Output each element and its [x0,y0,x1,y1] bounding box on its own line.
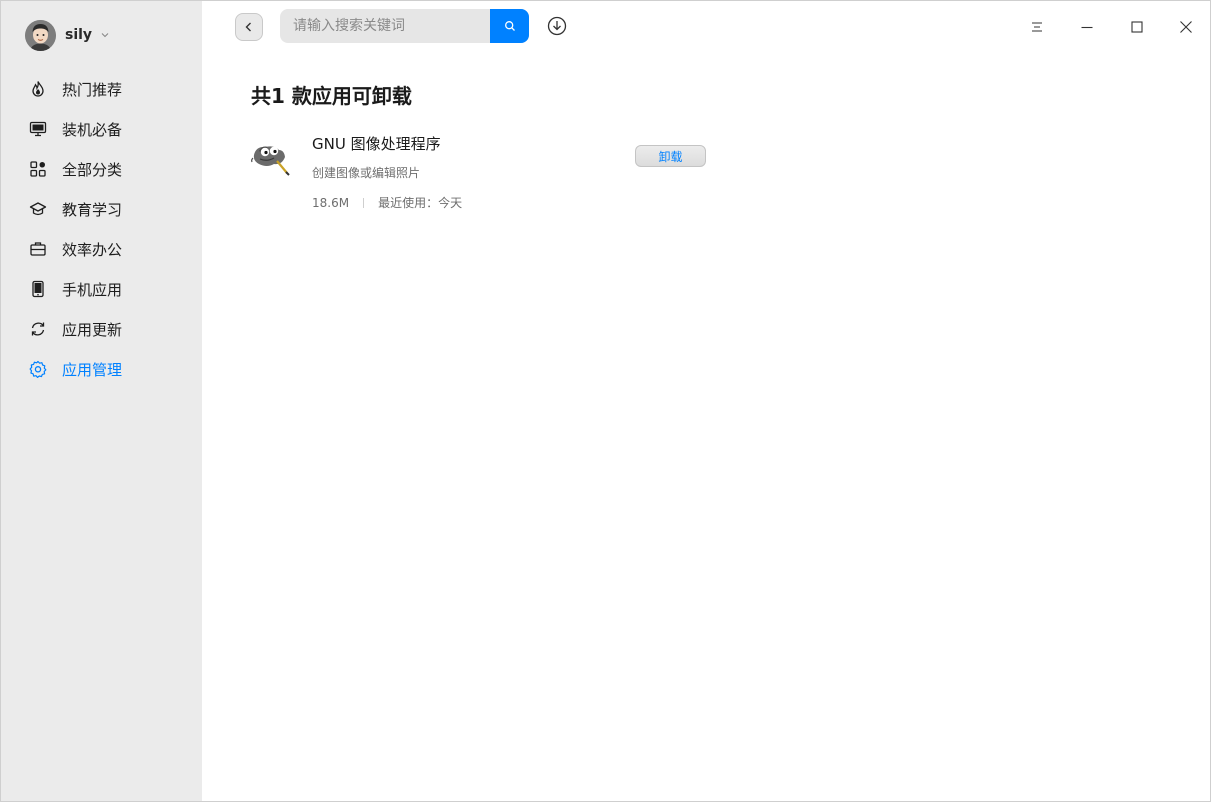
avatar-illustration-icon [25,19,56,51]
sidebar-item-categories[interactable]: 全部分类 [17,149,187,189]
minimize-button[interactable] [1075,15,1099,39]
sidebar-item-label: 应用管理 [62,360,123,379]
sidebar-item-updates[interactable]: 应用更新 [17,309,187,349]
sidebar-item-office[interactable]: 效率办公 [17,229,187,269]
chevron-down-icon [101,33,109,38]
gimp-app-icon [250,135,292,177]
refresh-icon [29,320,47,338]
search-input[interactable] [280,9,490,43]
search-box [280,9,529,43]
download-circle-icon [547,16,567,36]
sidebar-item-label: 热门推荐 [62,80,123,99]
sidebar-nav: 热门推荐 装机必备 全部分类 教育学习 效率办公 手机应用 应用更新 应用管理 [17,69,187,389]
monitor-icon [29,120,47,138]
sidebar-item-label: 装机必备 [62,120,123,139]
back-button[interactable] [235,13,263,41]
sidebar-item-label: 效率办公 [62,240,123,259]
menu-icon [1032,22,1042,32]
graduation-cap-icon [29,200,47,218]
search-icon [504,21,515,31]
meta-divider [363,197,365,208]
close-button[interactable] [1174,15,1198,39]
sidebar-item-label: 手机应用 [62,280,123,299]
minimize-icon [1081,26,1093,29]
sidebar-item-mobile[interactable]: 手机应用 [17,269,187,309]
close-icon [1180,21,1192,33]
user-menu[interactable]: sily [25,19,110,51]
app-last-used: 最近使用：今天 [378,196,463,210]
sidebar-item-app-management[interactable]: 应用管理 [17,349,187,389]
download-button[interactable] [546,15,568,37]
chevron-left-icon [245,22,251,32]
main-menu-button[interactable] [1025,15,1049,39]
search-button[interactable] [490,9,529,43]
app-name: GNU 图像处理程序 [312,135,441,153]
sidebar-item-label: 应用更新 [62,320,123,339]
grid-icon [29,160,47,178]
sidebar-item-essentials[interactable]: 装机必备 [17,109,187,149]
user-name: sily [65,27,93,43]
sidebar-item-education[interactable]: 教育学习 [17,189,187,229]
settings-gear-icon [29,360,47,378]
sidebar-item-hot[interactable]: 热门推荐 [17,69,187,109]
app-size: 18.6M [312,195,350,210]
sidebar-item-label: 全部分类 [62,160,123,179]
page-title: 共1 款应用可卸载 [251,84,412,108]
app-list-item[interactable]: GNU 图像处理程序 创建图像或编辑照片 18.6M 最近使用：今天 卸载 [250,129,710,219]
sidebar-item-label: 教育学习 [62,200,123,219]
flame-icon [29,80,47,98]
phone-icon [29,280,47,298]
uninstall-button[interactable]: 卸载 [635,145,706,167]
app-description: 创建图像或编辑照片 [312,166,421,180]
briefcase-icon [29,240,47,258]
app-meta: 18.6M 最近使用：今天 [312,194,462,211]
sidebar: sily 热门推荐 装机必备 全部分类 教育学习 效率办公 手机应用 应用更新 … [1,1,202,801]
app-store-window: sily 热门推荐 装机必备 全部分类 教育学习 效率办公 手机应用 应用更新 … [0,0,1211,802]
maximize-icon [1131,21,1143,33]
maximize-button[interactable] [1125,15,1149,39]
avatar [25,19,56,51]
